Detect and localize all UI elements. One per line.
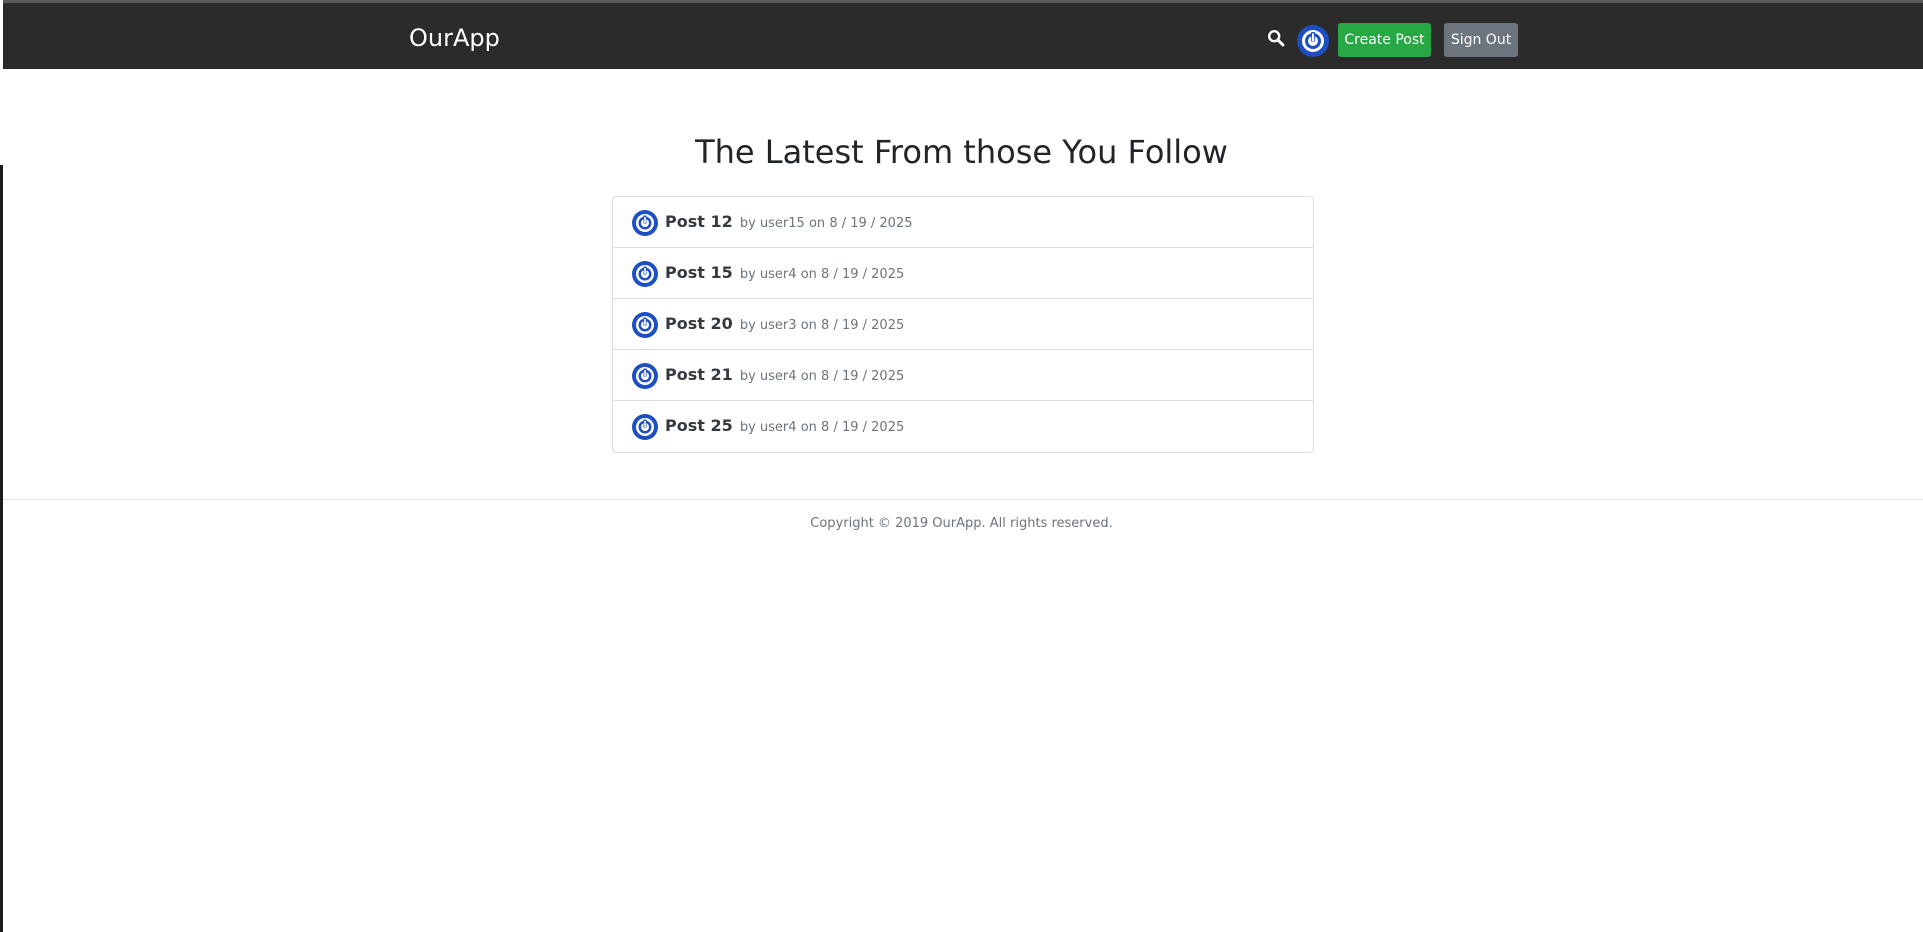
post-title: Post 21 (665, 365, 733, 384)
post-date: 8 / 19 / 2025 (821, 318, 905, 333)
post-meta: by user4 on 8 / 19 / 2025 (739, 369, 905, 384)
author-avatar-icon (632, 261, 658, 287)
footer-divider (3, 499, 1923, 500)
sign-out-button[interactable]: Sign Out (1444, 23, 1518, 57)
post-date: 8 / 19 / 2025 (821, 420, 905, 435)
post-title: Post 12 (665, 212, 733, 231)
post-title: Post 25 (665, 416, 733, 435)
post-summary: Post 15 by user4 on 8 / 19 / 2025 (665, 262, 904, 286)
post-summary: Post 25 by user4 on 8 / 19 / 2025 (665, 415, 904, 439)
post-author: user15 (759, 216, 805, 231)
brand-link[interactable]: OurApp (409, 22, 500, 54)
author-avatar-icon (632, 312, 658, 338)
post-summary: Post 12 by user15 on 8 / 19 / 2025 (665, 211, 913, 235)
post-meta: by user4 on 8 / 19 / 2025 (739, 420, 905, 435)
author-avatar-icon (632, 414, 658, 440)
post-author: user4 (759, 369, 797, 384)
post-list-item[interactable]: Post 15 by user4 on 8 / 19 / 2025 (613, 248, 1313, 299)
page-title: The Latest From those You Follow (695, 133, 1228, 171)
post-meta: by user15 on 8 / 19 / 2025 (739, 216, 913, 231)
post-list-item[interactable]: Post 25 by user4 on 8 / 19 / 2025 (613, 401, 1313, 452)
post-list: Post 12 by user15 on 8 / 19 / 2025 Post … (612, 196, 1314, 453)
post-author: user4 (759, 267, 797, 282)
window-left-border (0, 165, 3, 932)
author-avatar-icon (632, 363, 658, 389)
post-summary: Post 20 by user3 on 8 / 19 / 2025 (665, 313, 904, 337)
search-icon[interactable] (1267, 29, 1285, 47)
post-title: Post 15 (665, 263, 733, 282)
user-avatar-icon[interactable] (1297, 25, 1329, 57)
post-author: user4 (759, 420, 797, 435)
post-author: user3 (759, 318, 797, 333)
post-list-item[interactable]: Post 21 by user4 on 8 / 19 / 2025 (613, 350, 1313, 401)
post-summary: Post 21 by user4 on 8 / 19 / 2025 (665, 364, 904, 388)
post-date: 8 / 19 / 2025 (821, 267, 905, 282)
top-navbar: OurApp Create Post Sign Out (3, 3, 1923, 69)
post-list-item[interactable]: Post 20 by user3 on 8 / 19 / 2025 (613, 299, 1313, 350)
post-date: 8 / 19 / 2025 (821, 369, 905, 384)
footer-copyright: Copyright © 2019 OurApp. All rights rese… (810, 516, 1113, 531)
post-title: Post 20 (665, 314, 733, 333)
post-list-item[interactable]: Post 12 by user15 on 8 / 19 / 2025 (613, 197, 1313, 248)
create-post-button[interactable]: Create Post (1338, 23, 1431, 57)
author-avatar-icon (632, 210, 658, 236)
post-meta: by user4 on 8 / 19 / 2025 (739, 267, 905, 282)
post-date: 8 / 19 / 2025 (829, 216, 913, 231)
post-meta: by user3 on 8 / 19 / 2025 (739, 318, 905, 333)
